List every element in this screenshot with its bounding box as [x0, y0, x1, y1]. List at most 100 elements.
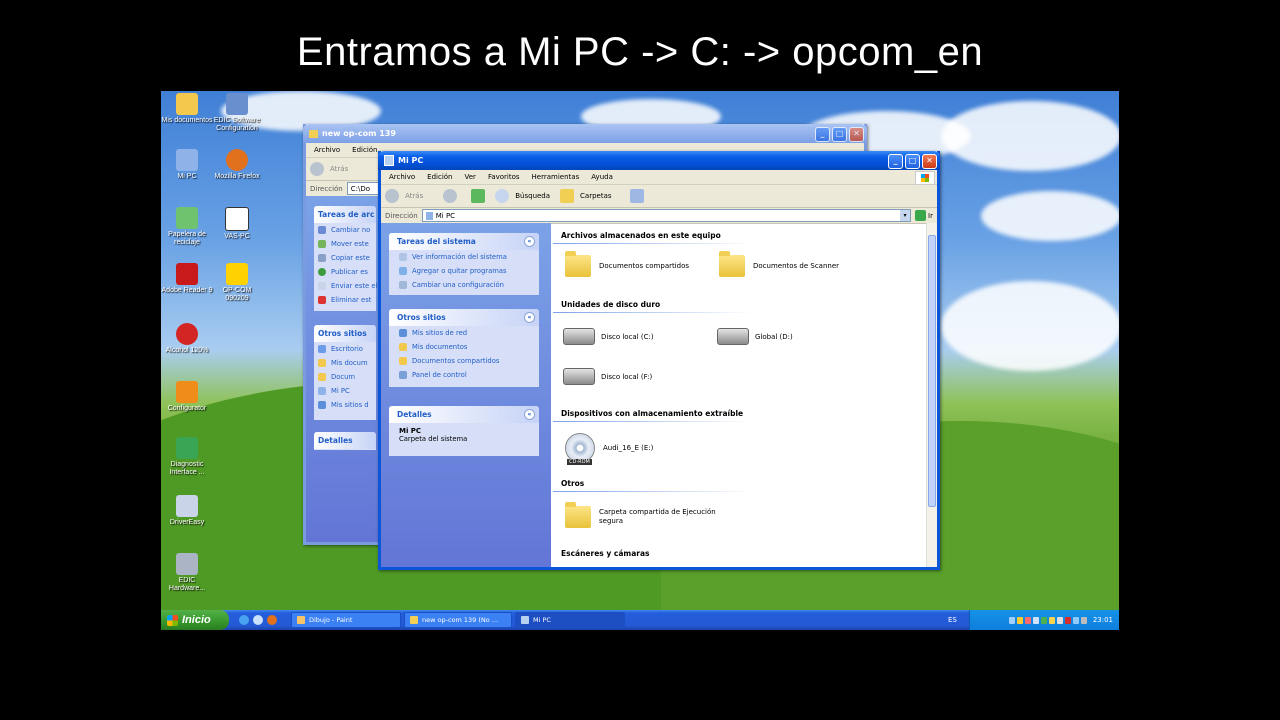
- task-change-setting[interactable]: Cambiar una configuración: [389, 278, 539, 292]
- shield-icon[interactable]: [1016, 616, 1023, 624]
- task-link[interactable]: Cambiar no: [314, 223, 376, 237]
- task-link[interactable]: Publicar es: [314, 265, 376, 279]
- start-button[interactable]: Inicio: [161, 610, 229, 630]
- back-button[interactable]: Atrás: [405, 192, 423, 200]
- collapse-chevron-icon[interactable]: «: [524, 409, 535, 420]
- address-input[interactable]: Mi PC ▾: [421, 209, 912, 222]
- desktop-icon-edic-hardware[interactable]: EDIC Hardware...: [161, 553, 213, 593]
- menu-favoritos[interactable]: Favoritos: [482, 173, 526, 181]
- desktop-icon-alcohol[interactable]: Alcohol 120%: [161, 323, 213, 355]
- panel-header[interactable]: Detalles: [314, 432, 376, 449]
- desktop-icon-drivereasy[interactable]: DriverEasy: [161, 495, 213, 527]
- network-icon[interactable]: [1080, 616, 1087, 624]
- folders-button[interactable]: Carpetas: [580, 192, 612, 200]
- desktop-icon-adobe-reader[interactable]: Adobe Reader 9: [161, 263, 213, 295]
- item-disk-d[interactable]: Global (D:): [717, 328, 793, 345]
- collapse-chevron-icon[interactable]: «: [524, 312, 535, 323]
- item-scanner-documents[interactable]: Documentos de Scanner: [719, 251, 839, 277]
- task-view-system-info[interactable]: Ver información del sistema: [389, 250, 539, 264]
- language-indicator[interactable]: ES: [948, 616, 957, 624]
- desktop-icon-opcom[interactable]: OP-COM 090209: [211, 263, 263, 303]
- minimize-button[interactable]: _: [815, 127, 830, 142]
- panel-header[interactable]: Detalles «: [389, 406, 539, 423]
- desktop-icon-vas-pc[interactable]: VAS-PC: [211, 207, 263, 241]
- close-button[interactable]: ✕: [849, 127, 864, 142]
- menu-archivo[interactable]: Archivo: [308, 146, 346, 154]
- menu-archivo[interactable]: Archivo: [383, 173, 421, 181]
- item-shared-documents[interactable]: Documentos compartidos: [565, 251, 689, 277]
- menu-edicion[interactable]: Edición: [421, 173, 458, 181]
- panel-header[interactable]: Otros sitios «: [389, 309, 539, 326]
- go-arrow-icon[interactable]: [915, 210, 927, 221]
- cloud: [941, 281, 1119, 371]
- minimize-button[interactable]: _: [888, 154, 903, 169]
- menu-ver[interactable]: Ver: [459, 173, 482, 181]
- task-link[interactable]: Mover este: [314, 237, 376, 251]
- search-button[interactable]: Búsqueda: [515, 192, 550, 200]
- tray-app-icon[interactable]: [1032, 616, 1039, 624]
- task-link[interactable]: Eliminar est: [314, 293, 376, 307]
- desktop-icon-configurator[interactable]: Configurator: [161, 381, 213, 413]
- window-mi-pc[interactable]: Mi PC _ □ ✕ Archivo Edición Ver Favoritos …: [378, 151, 940, 570]
- taskbar-item-paint[interactable]: Dibujo - Paint: [291, 612, 401, 628]
- panel-header[interactable]: Tareas del sistema «: [389, 233, 539, 250]
- maximize-button[interactable]: □: [905, 154, 920, 169]
- desktop-icon-firefox[interactable]: Mozilla Firefox: [211, 149, 263, 181]
- desktop-icon-diagnostic[interactable]: Diagnostic Interface ...: [161, 437, 213, 477]
- place-link[interactable]: Mis sitios d: [314, 398, 376, 412]
- panel-header[interactable]: Otros sitios: [314, 325, 376, 342]
- scrollbar-thumb[interactable]: [928, 235, 936, 507]
- item-disk-c[interactable]: Disco local (C:): [563, 328, 654, 345]
- tray-app-icon[interactable]: [1024, 616, 1031, 624]
- clock[interactable]: 23:01: [1093, 616, 1113, 624]
- go-button[interactable]: Ir: [928, 212, 933, 220]
- tray-app-icon[interactable]: [1064, 616, 1071, 624]
- bluetooth-icon[interactable]: [1008, 616, 1015, 624]
- place-link[interactable]: Escritorio: [314, 342, 376, 356]
- taskbar-item-new-opcom[interactable]: new op-com 139 (No ...: [404, 612, 512, 628]
- show-desktop-icon[interactable]: [253, 615, 263, 625]
- panel-header[interactable]: Tareas de arc: [314, 206, 376, 223]
- place-shared-documents[interactable]: Documentos compartidos: [389, 354, 539, 368]
- forward-button[interactable]: [443, 189, 458, 203]
- desktop-icon-mis-documentos[interactable]: Mis documentos: [161, 93, 213, 125]
- desktop[interactable]: Mis documentos EDIC Software Configurati…: [161, 91, 1119, 630]
- task-add-remove-programs[interactable]: Agregar o quitar programas: [389, 264, 539, 278]
- address-dropdown-icon[interactable]: ▾: [900, 210, 911, 221]
- ie-icon[interactable]: [239, 615, 249, 625]
- item-secure-shared-folder[interactable]: Carpeta compartida de Ejecución segura: [565, 502, 719, 528]
- computer-icon: [384, 155, 394, 166]
- item-cd-e[interactable]: CD-ROM Audi_16_E (E:): [565, 433, 653, 465]
- tray-app-icon[interactable]: [1048, 616, 1055, 624]
- folder-icon: [318, 373, 326, 381]
- maximize-button[interactable]: □: [832, 127, 847, 142]
- tray-app-icon[interactable]: [1056, 616, 1063, 624]
- close-button[interactable]: ✕: [922, 154, 937, 169]
- place-network[interactable]: Mis sitios de red: [389, 326, 539, 340]
- place-my-documents[interactable]: Mis documentos: [389, 340, 539, 354]
- taskbar-item-mi-pc[interactable]: Mi PC: [515, 612, 625, 628]
- desktop-icon-mi-pc[interactable]: Mi PC: [161, 149, 213, 181]
- tray-app-icon[interactable]: [1040, 616, 1047, 624]
- firefox-icon[interactable]: [267, 615, 277, 625]
- menu-herramientas[interactable]: Herramientas: [526, 173, 586, 181]
- menu-ayuda[interactable]: Ayuda: [585, 173, 619, 181]
- titlebar[interactable]: new op-com 139 _ □ ✕: [303, 124, 867, 143]
- task-link[interactable]: Enviar este electrónico: [314, 279, 409, 293]
- desktop-icon-edic-software[interactable]: EDIC Software Configuration: [211, 93, 263, 133]
- collapse-chevron-icon[interactable]: «: [524, 236, 535, 247]
- task-link[interactable]: Copiar este: [314, 251, 376, 265]
- titlebar[interactable]: Mi PC _ □ ✕: [378, 151, 940, 170]
- back-button[interactable]: Atrás: [330, 165, 348, 173]
- place-control-panel[interactable]: Panel de control: [389, 368, 539, 382]
- address-label: Dirección: [310, 184, 343, 193]
- place-link[interactable]: Mis docum: [314, 356, 376, 370]
- up-folder-button[interactable]: [471, 189, 486, 203]
- vertical-scrollbar[interactable]: [926, 223, 937, 567]
- item-disk-f[interactable]: Disco local (F:): [563, 368, 652, 385]
- views-button[interactable]: [629, 189, 644, 203]
- volume-icon[interactable]: [1072, 616, 1079, 624]
- desktop-icon-papelera[interactable]: Papelera de reciclaje: [161, 207, 213, 247]
- place-link[interactable]: Mi PC: [314, 384, 376, 398]
- place-link[interactable]: Docum: [314, 370, 376, 384]
